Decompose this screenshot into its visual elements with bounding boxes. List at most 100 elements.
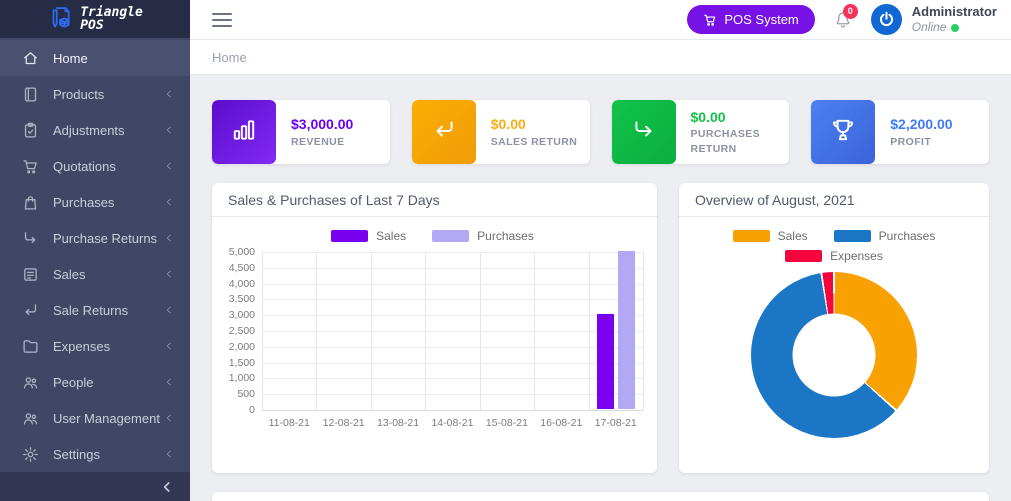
products-icon xyxy=(22,86,39,103)
legend-swatch xyxy=(432,230,469,242)
notification-badge: 0 xyxy=(843,4,858,19)
donut-chart xyxy=(751,272,917,438)
stat-iconbox xyxy=(412,100,476,164)
sidebar-item-label: User Management xyxy=(53,411,164,426)
stats-row: $3,000.00REVENUE$0.00SALES RETURN$0.00PU… xyxy=(212,100,989,164)
stat-card-profit: $2,200.00PROFIT xyxy=(811,100,989,164)
legend-swatch xyxy=(331,230,368,242)
sidebar-item-label: Home xyxy=(53,51,174,66)
legend-item-expenses[interactable]: Expenses xyxy=(785,249,883,263)
sidebar-item-settings[interactable]: Settings xyxy=(0,436,190,472)
user-name: Administrator xyxy=(912,4,997,20)
stat-iconbox xyxy=(212,100,276,164)
legend-swatch xyxy=(785,250,822,262)
stat-iconbox xyxy=(811,100,875,164)
stat-label: PURCHASES RETURN xyxy=(691,127,790,157)
legend-item-sales[interactable]: Sales xyxy=(733,229,808,243)
donut-chart-legend: Sales Purchases Expenses xyxy=(714,229,954,263)
sale-returns-icon xyxy=(22,302,39,319)
breadcrumb-bar: Home xyxy=(190,40,1011,75)
people-icon xyxy=(22,374,39,391)
stat-card-sales-return: $0.00SALES RETURN xyxy=(412,100,590,164)
corner-down-right-icon xyxy=(631,117,657,148)
main-area: POS System 0 Administrator xyxy=(190,0,1011,501)
purchase-returns-icon xyxy=(22,230,39,247)
bar-chart-legend: Sales Purchases xyxy=(222,229,643,243)
brand-name: TrianglePOS xyxy=(80,6,143,33)
user-avatar[interactable] xyxy=(871,4,902,35)
sidebar-item-expenses[interactable]: Expenses xyxy=(0,328,190,364)
hamburger-menu-icon[interactable] xyxy=(212,9,232,31)
sidebar-item-label: Expenses xyxy=(53,339,164,354)
stat-value: $0.00 xyxy=(691,107,790,127)
legend-item-sales[interactable]: Sales xyxy=(331,229,406,243)
app-root: TrianglePOS Home Products AdjustmentsQuota… xyxy=(0,0,1011,501)
chevron-left-icon xyxy=(164,449,174,459)
stat-label: REVENUE xyxy=(291,135,353,150)
top-header: POS System 0 Administrator xyxy=(190,0,1011,40)
notifications-button[interactable]: 0 xyxy=(833,10,853,30)
chevron-left-icon xyxy=(164,377,174,387)
cart-icon xyxy=(703,13,717,27)
trophy-icon xyxy=(830,117,856,148)
sidebar-item-label: Products xyxy=(53,87,164,102)
legend-swatch xyxy=(834,230,871,242)
home-icon xyxy=(22,50,39,67)
chevron-left-icon xyxy=(164,161,174,171)
donut-chart-title: Overview of August, 2021 xyxy=(679,183,989,217)
stat-card-purchases-return: $0.00PURCHASES RETURN xyxy=(612,100,790,164)
bar-chart-title: Sales & Purchases of Last 7 Days xyxy=(212,183,657,217)
legend-item-purchases[interactable]: Purchases xyxy=(834,229,936,243)
stat-value: $0.00 xyxy=(491,114,577,134)
sidebar-item-people[interactable]: People xyxy=(0,364,190,400)
quotations-icon xyxy=(22,158,39,175)
sidebar-item-purchases[interactable]: Purchases xyxy=(0,184,190,220)
stat-label: PROFIT xyxy=(890,135,952,150)
chevron-left-icon xyxy=(164,197,174,207)
user-info: Administrator Online xyxy=(912,4,997,35)
pos-system-button[interactable]: POS System xyxy=(687,5,814,34)
sidebar-item-label: People xyxy=(53,375,164,390)
bar-chart-y-axis: 05001,0001,5002,0002,5003,0003,5004,0004… xyxy=(222,252,262,410)
bottom-panel xyxy=(212,492,989,501)
breadcrumb: Home xyxy=(212,50,247,65)
sidebar-item-purchase-returns[interactable]: Purchase Returns xyxy=(0,220,190,256)
sidebar-item-sales[interactable]: Sales xyxy=(0,256,190,292)
sidebar: TrianglePOS Home Products AdjustmentsQuota… xyxy=(0,0,190,501)
sidebar-item-label: Sale Returns xyxy=(53,303,164,318)
user-management-icon xyxy=(22,410,39,427)
online-status-dot xyxy=(951,24,959,32)
triangle-pos-logo-icon xyxy=(47,6,73,32)
bar-chart-plot xyxy=(262,252,643,410)
sidebar-item-label: Purchases xyxy=(53,195,164,210)
chevron-left-icon xyxy=(164,233,174,243)
chevron-left-icon xyxy=(164,269,174,279)
stat-iconbox xyxy=(612,100,676,164)
sidebar-item-label: Sales xyxy=(53,267,164,282)
stat-value: $3,000.00 xyxy=(291,114,353,134)
stat-label: SALES RETURN xyxy=(491,135,577,150)
stat-card-revenue: $3,000.00REVENUE xyxy=(212,100,390,164)
bar-sales-17-08-21 xyxy=(597,314,614,409)
chevron-left-icon xyxy=(164,341,174,351)
sidebar-item-label: Purchase Returns xyxy=(53,231,164,246)
sidebar-item-sale-returns[interactable]: Sale Returns xyxy=(0,292,190,328)
chevron-left-icon xyxy=(164,413,174,423)
brand-logo[interactable]: TrianglePOS xyxy=(0,0,190,38)
sidebar-collapse-button[interactable] xyxy=(0,472,190,501)
legend-swatch xyxy=(733,230,770,242)
sidebar-item-products[interactable]: Products xyxy=(0,76,190,112)
power-icon xyxy=(877,10,896,29)
dashboard-content: $3,000.00REVENUE$0.00SALES RETURN$0.00PU… xyxy=(190,75,1011,501)
sidebar-item-label: Settings xyxy=(53,447,164,462)
legend-item-purchases[interactable]: Purchases xyxy=(432,229,534,243)
sidebar-item-adjustments[interactable]: Adjustments xyxy=(0,112,190,148)
sidebar-item-quotations[interactable]: Quotations xyxy=(0,148,190,184)
chevron-left-icon xyxy=(164,89,174,99)
overview-donut-panel: Overview of August, 2021 Sales Purchases E… xyxy=(679,183,989,473)
sidebar-item-user-management[interactable]: User Management xyxy=(0,400,190,436)
bar-chart-icon xyxy=(231,117,257,148)
bar-purchases-17-08-21 xyxy=(618,251,635,409)
sidebar-item-home[interactable]: Home xyxy=(0,40,190,76)
user-status: Online xyxy=(912,20,997,35)
